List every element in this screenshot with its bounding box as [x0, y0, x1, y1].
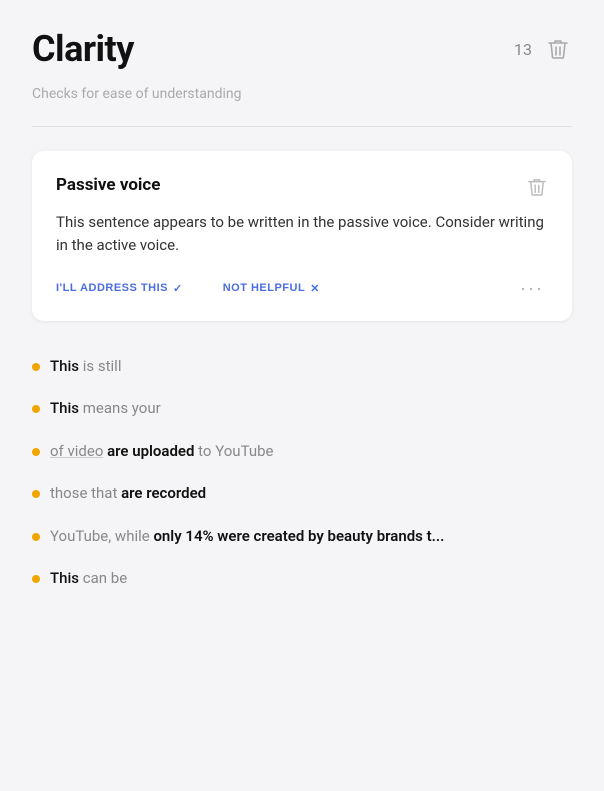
card-body: This sentence appears to be written in t…: [56, 211, 548, 258]
issue-text: This means your: [50, 397, 161, 420]
card-header: Passive voice: [56, 175, 548, 199]
list-item: This can be: [32, 557, 572, 600]
not-helpful-x-icon: ✕: [310, 282, 320, 295]
address-check-icon: ✓: [173, 282, 183, 295]
address-label: I'LL ADDRESS THIS: [56, 282, 168, 294]
not-helpful-label: NOT HELPFUL: [223, 282, 306, 294]
card-delete-button[interactable]: [526, 175, 548, 199]
page-title: Clarity: [32, 28, 134, 70]
card-title: Passive voice: [56, 175, 160, 195]
issue-text: YouTube, while only 14% were created by …: [50, 525, 444, 548]
list-item: those that are recorded: [32, 472, 572, 515]
issues-list: This is still This means your of video a…: [32, 345, 572, 600]
more-options-button[interactable]: ···: [516, 276, 548, 301]
issue-text: of video are uploaded to YouTube: [50, 440, 273, 463]
not-helpful-button[interactable]: NOT HELPFUL ✕: [223, 278, 320, 299]
issue-text: This can be: [50, 567, 127, 590]
bullet-icon: [32, 405, 40, 413]
list-item: YouTube, while only 14% were created by …: [32, 515, 572, 558]
bullet-icon: [32, 575, 40, 583]
card-actions: I'LL ADDRESS THIS ✓ NOT HELPFUL ✕ ···: [56, 276, 548, 301]
subtitle: Checks for ease of understanding: [32, 86, 572, 102]
issue-muted: of video: [50, 442, 103, 460]
issue-highlight: This: [50, 399, 79, 417]
bullet-icon: [32, 448, 40, 456]
trash-icon: [548, 38, 568, 60]
header: Clarity 13: [32, 28, 572, 70]
issue-highlight: This: [50, 357, 79, 375]
card-trash-icon: [528, 177, 546, 197]
issue-text: This is still: [50, 355, 121, 378]
passive-voice-card: Passive voice This sentence appears to b…: [32, 151, 572, 321]
delete-all-button[interactable]: [544, 34, 572, 64]
divider: [32, 126, 572, 127]
bullet-icon: [32, 533, 40, 541]
bullet-icon: [32, 490, 40, 498]
bullet-icon: [32, 363, 40, 371]
list-item: of video are uploaded to YouTube: [32, 430, 572, 473]
badge-count: 13: [514, 40, 532, 59]
header-right: 13: [514, 34, 572, 64]
address-this-button[interactable]: I'LL ADDRESS THIS ✓: [56, 278, 183, 299]
issue-highlight: This: [50, 569, 79, 587]
list-item: This is still: [32, 345, 572, 388]
list-item: This means your: [32, 387, 572, 430]
page-container: Clarity 13 Checks for ease of understand…: [0, 0, 604, 791]
issue-text: those that are recorded: [50, 482, 206, 505]
